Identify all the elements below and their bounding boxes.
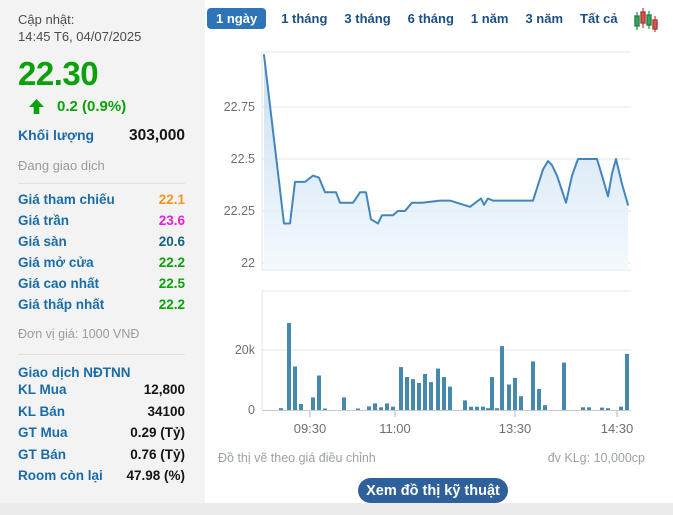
svg-text:22: 22 [241, 256, 255, 270]
svg-text:14:30: 14:30 [601, 421, 634, 436]
svg-text:11:00: 11:00 [379, 421, 411, 436]
svg-text:0: 0 [248, 403, 255, 417]
svg-text:22.25: 22.25 [224, 204, 255, 218]
svg-text:09:30: 09:30 [294, 421, 327, 436]
bottom-strip [0, 503, 673, 515]
volume-unit-note: đv KLg: 10,000cp [548, 451, 645, 465]
technical-chart-button[interactable]: Xem đồ thị kỹ thuật [358, 478, 508, 503]
svg-text:20k: 20k [235, 343, 256, 357]
svg-text:22.75: 22.75 [224, 100, 255, 114]
adjusted-price-note: Đồ thị vẽ theo giá điều chỉnh [218, 451, 376, 465]
svg-text:22.5: 22.5 [231, 152, 255, 166]
price-volume-chart[interactable]: 22.75 22.5 22.25 22 20k 0 09:30 11:00 13:30 14:30 [0, 0, 673, 515]
svg-text:13:30: 13:30 [499, 421, 532, 436]
